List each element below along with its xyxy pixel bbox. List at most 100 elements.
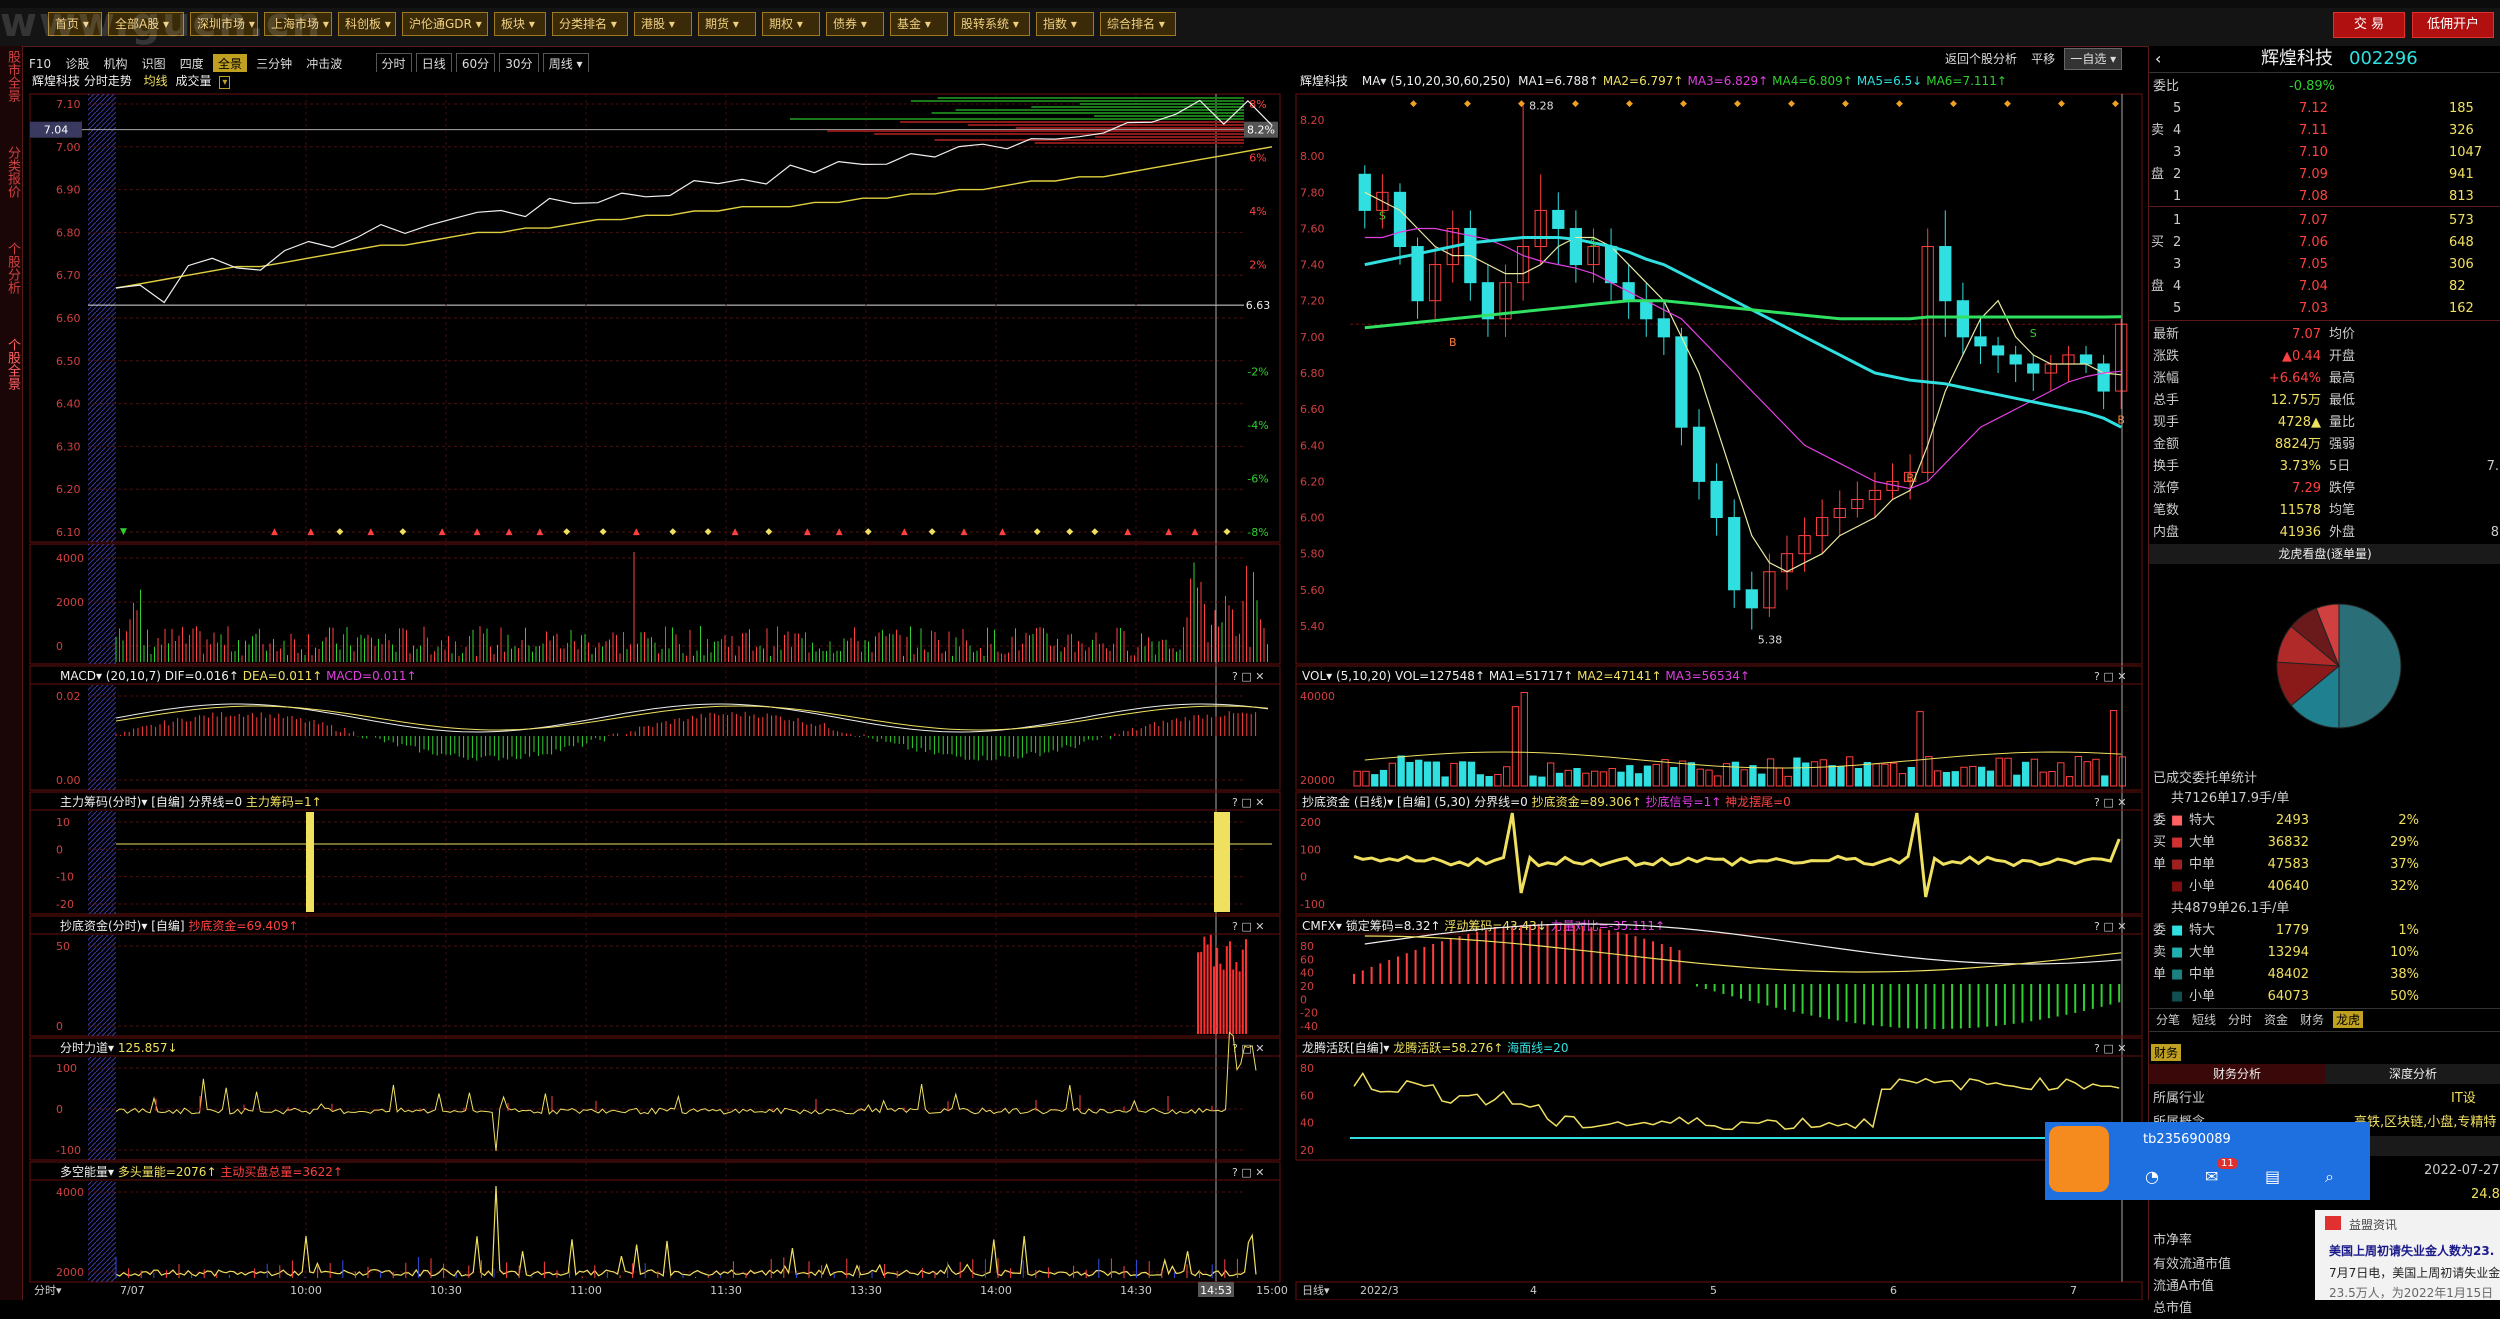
market-button-13[interactable]: 股转系统 ▾ bbox=[954, 12, 1030, 36]
calendar-icon[interactable]: ▤ bbox=[2265, 1167, 2280, 1186]
tab-market-overview[interactable]: 股市全景 bbox=[2, 50, 20, 102]
market-button-9[interactable]: 期货 ▾ bbox=[698, 12, 756, 36]
buy-marker: B bbox=[2117, 414, 2125, 427]
kline-indicator-controls: ? □ ✕ bbox=[2094, 1042, 2126, 1055]
kline-tick-label: 6.80 bbox=[1300, 367, 1325, 380]
pan-button[interactable]: 平移 bbox=[2026, 49, 2060, 69]
event-marker: ◆ bbox=[1896, 99, 1903, 109]
market-button-15[interactable]: 综合排名 ▾ bbox=[1100, 12, 1176, 36]
kline-volume-bar bbox=[1476, 774, 1484, 787]
deep-analysis-tab[interactable]: 深度分析 bbox=[2325, 1064, 2500, 1084]
kline-volume-bar bbox=[1784, 775, 1792, 787]
signal-marker: ◆ bbox=[600, 527, 607, 537]
kline-indicator-tick: -20 bbox=[1300, 1007, 1318, 1020]
kline-volume-bar bbox=[1872, 763, 1880, 787]
indicator-right-0-value-0: VOL=127548↑ bbox=[1395, 669, 1489, 683]
tab-institution[interactable]: 机构 bbox=[98, 54, 132, 74]
preclose-label: 6.63 bbox=[1246, 299, 1271, 312]
time-axis-prefix: 分时▾ bbox=[34, 1284, 62, 1297]
kline-indicator-tick: 80 bbox=[1300, 940, 1314, 953]
back-to-analysis-link[interactable]: 返回个股分析 bbox=[1940, 49, 2022, 69]
kline-volume-bar bbox=[1643, 765, 1652, 787]
indicator-tick-label: 100 bbox=[56, 1062, 77, 1075]
market-button-7[interactable]: 分类排名 ▾ bbox=[552, 12, 628, 36]
buy-side-vertical-1: 买 bbox=[2149, 832, 2500, 853]
indicator-controls: ? □ ✕ bbox=[1232, 1166, 1264, 1179]
pre-market-hatch bbox=[88, 685, 116, 790]
stat-value: 7.07 bbox=[2292, 327, 2321, 342]
market-button-10[interactable]: 期权 ▾ bbox=[762, 12, 820, 36]
stat-row-7: 涨停 7.29 跌停 bbox=[2149, 478, 2500, 499]
buy-side-a: 买 bbox=[2149, 232, 2500, 253]
tab-four-degree[interactable]: 四度 bbox=[175, 54, 209, 74]
quote-tab-1[interactable]: 短线 bbox=[2189, 1011, 2219, 1028]
kline-volume-bar bbox=[1353, 770, 1361, 787]
event-marker: ◆ bbox=[1950, 99, 1957, 109]
tab-stock-overview[interactable]: 个股全景 bbox=[2, 338, 20, 390]
tab-pattern[interactable]: 识图 bbox=[137, 54, 171, 74]
signal-marker: ▲ bbox=[804, 527, 811, 537]
stat-label-2: 均笔 bbox=[2329, 503, 2356, 518]
signal-marker: ▲ bbox=[271, 527, 278, 537]
quote-tab-4[interactable]: 财务 bbox=[2297, 1011, 2327, 1028]
trade-button[interactable]: 交 易 bbox=[2333, 12, 2405, 38]
mail-icon[interactable]: ✉ bbox=[2205, 1167, 2218, 1186]
high-label: 8.28 bbox=[1529, 100, 1554, 113]
market-button-11[interactable]: 债券 ▾ bbox=[826, 12, 884, 36]
finance-analysis-tab[interactable]: 财务分析 bbox=[2149, 1064, 2325, 1084]
signal-marker: ▲ bbox=[474, 527, 481, 537]
left-vertical-tabs: 股市全景 分类报价 个股分析 个股全景 bbox=[0, 46, 23, 1300]
indicator-tick-label: 4000 bbox=[56, 1186, 84, 1199]
stat-label-2: 量比 bbox=[2329, 415, 2356, 430]
quote-tab-3[interactable]: 资金 bbox=[2261, 1011, 2291, 1028]
clock-icon[interactable]: ◔ bbox=[2145, 1167, 2159, 1186]
kline-volume-bar bbox=[1520, 691, 1528, 787]
buy-side-vertical-char: 买 bbox=[2153, 835, 2167, 850]
indicator-right-3-value-1: 海面线=20 bbox=[1507, 1040, 1568, 1055]
finance-tab[interactable]: 财务 bbox=[2151, 1044, 2182, 1061]
stat-label: 涨停 bbox=[2153, 481, 2180, 496]
time-axis-label: 14:30 bbox=[1120, 1284, 1152, 1297]
avatar[interactable] bbox=[2049, 1126, 2109, 1192]
tab-panorama[interactable]: 全景 bbox=[212, 54, 247, 74]
market-button-14[interactable]: 指数 ▾ bbox=[1036, 12, 1094, 36]
kline-volume-bar bbox=[2065, 776, 2074, 787]
left-sub-toolbar: F10 诊股 机构 识图 四度 全景 三分钟 冲击波 分时 日线 60分 30分… bbox=[24, 48, 1294, 75]
kline-volume-bar bbox=[1828, 765, 1836, 787]
candle-body bbox=[1939, 246, 1952, 302]
kline-volume-bar bbox=[1555, 772, 1564, 787]
indicator-left-4-name: 多空能量▾ bbox=[60, 1165, 118, 1179]
tab-f10[interactable]: F10 bbox=[24, 54, 56, 74]
market-button-8[interactable]: 港股 ▾ bbox=[634, 12, 692, 36]
buy-order-summary: 共7126单17.9手/单 bbox=[2149, 788, 2500, 809]
news-toast[interactable]: 益盟资讯 美国上周初请失业金人数为23. 7月7日电，美国上周初请失业金 23.… bbox=[2315, 1210, 2500, 1300]
market-button-4[interactable]: 科创板 ▾ bbox=[338, 12, 396, 36]
watchlist-select[interactable]: 一自选 ▾ bbox=[2064, 48, 2123, 70]
tab-diagnose[interactable]: 诊股 bbox=[60, 54, 94, 74]
kline-volume-bar bbox=[1388, 762, 1397, 787]
tab-impact-wave[interactable]: 冲击波 bbox=[301, 54, 347, 74]
signal-marker: ▲ bbox=[633, 527, 640, 537]
market-button-5[interactable]: 沪伦通GDR ▾ bbox=[402, 12, 488, 36]
indicator-left-4-value-0: 多头量能=2076↑ bbox=[118, 1165, 220, 1179]
tab-stock-analysis[interactable]: 个股分析 bbox=[2, 242, 20, 294]
open-account-button[interactable]: 低佣开户 bbox=[2412, 12, 2494, 38]
search-icon[interactable]: ⌕ bbox=[2325, 1167, 2334, 1187]
user-popup[interactable]: tb235690089 ◔ ✉ 11 ▤ ⌕ bbox=[2045, 1122, 2370, 1200]
kline-volume-bar bbox=[1608, 767, 1616, 787]
quote-tab-0[interactable]: 分笔 bbox=[2153, 1011, 2183, 1028]
quote-tab-2[interactable]: 分时 bbox=[2225, 1011, 2255, 1028]
indicator-right-3: 龙腾活跃[自编]▾ 龙腾活跃=58.276↑ 海面线=20 bbox=[1302, 1040, 1568, 1055]
quote-tab-5[interactable]: 龙虎 bbox=[2333, 1011, 2364, 1028]
kline-volume-bar bbox=[2074, 756, 2083, 787]
market-button-12[interactable]: 基金 ▾ bbox=[890, 12, 948, 36]
market-button-6[interactable]: 板块 ▾ bbox=[494, 12, 546, 36]
tab-category-quotes[interactable]: 分类报价 bbox=[2, 146, 20, 198]
volume-tick-label: 4000 bbox=[56, 552, 84, 565]
indicator-tick-label: -100 bbox=[56, 1144, 81, 1157]
kline-volume-bar bbox=[1406, 761, 1414, 787]
kline-indicator-tick: 100 bbox=[1300, 843, 1321, 856]
buy-level-3: 3 7.05 306 bbox=[2149, 254, 2500, 275]
tab-three-minute[interactable]: 三分钟 bbox=[251, 54, 297, 74]
back-arrow-icon[interactable]: ‹ bbox=[2155, 46, 2161, 72]
